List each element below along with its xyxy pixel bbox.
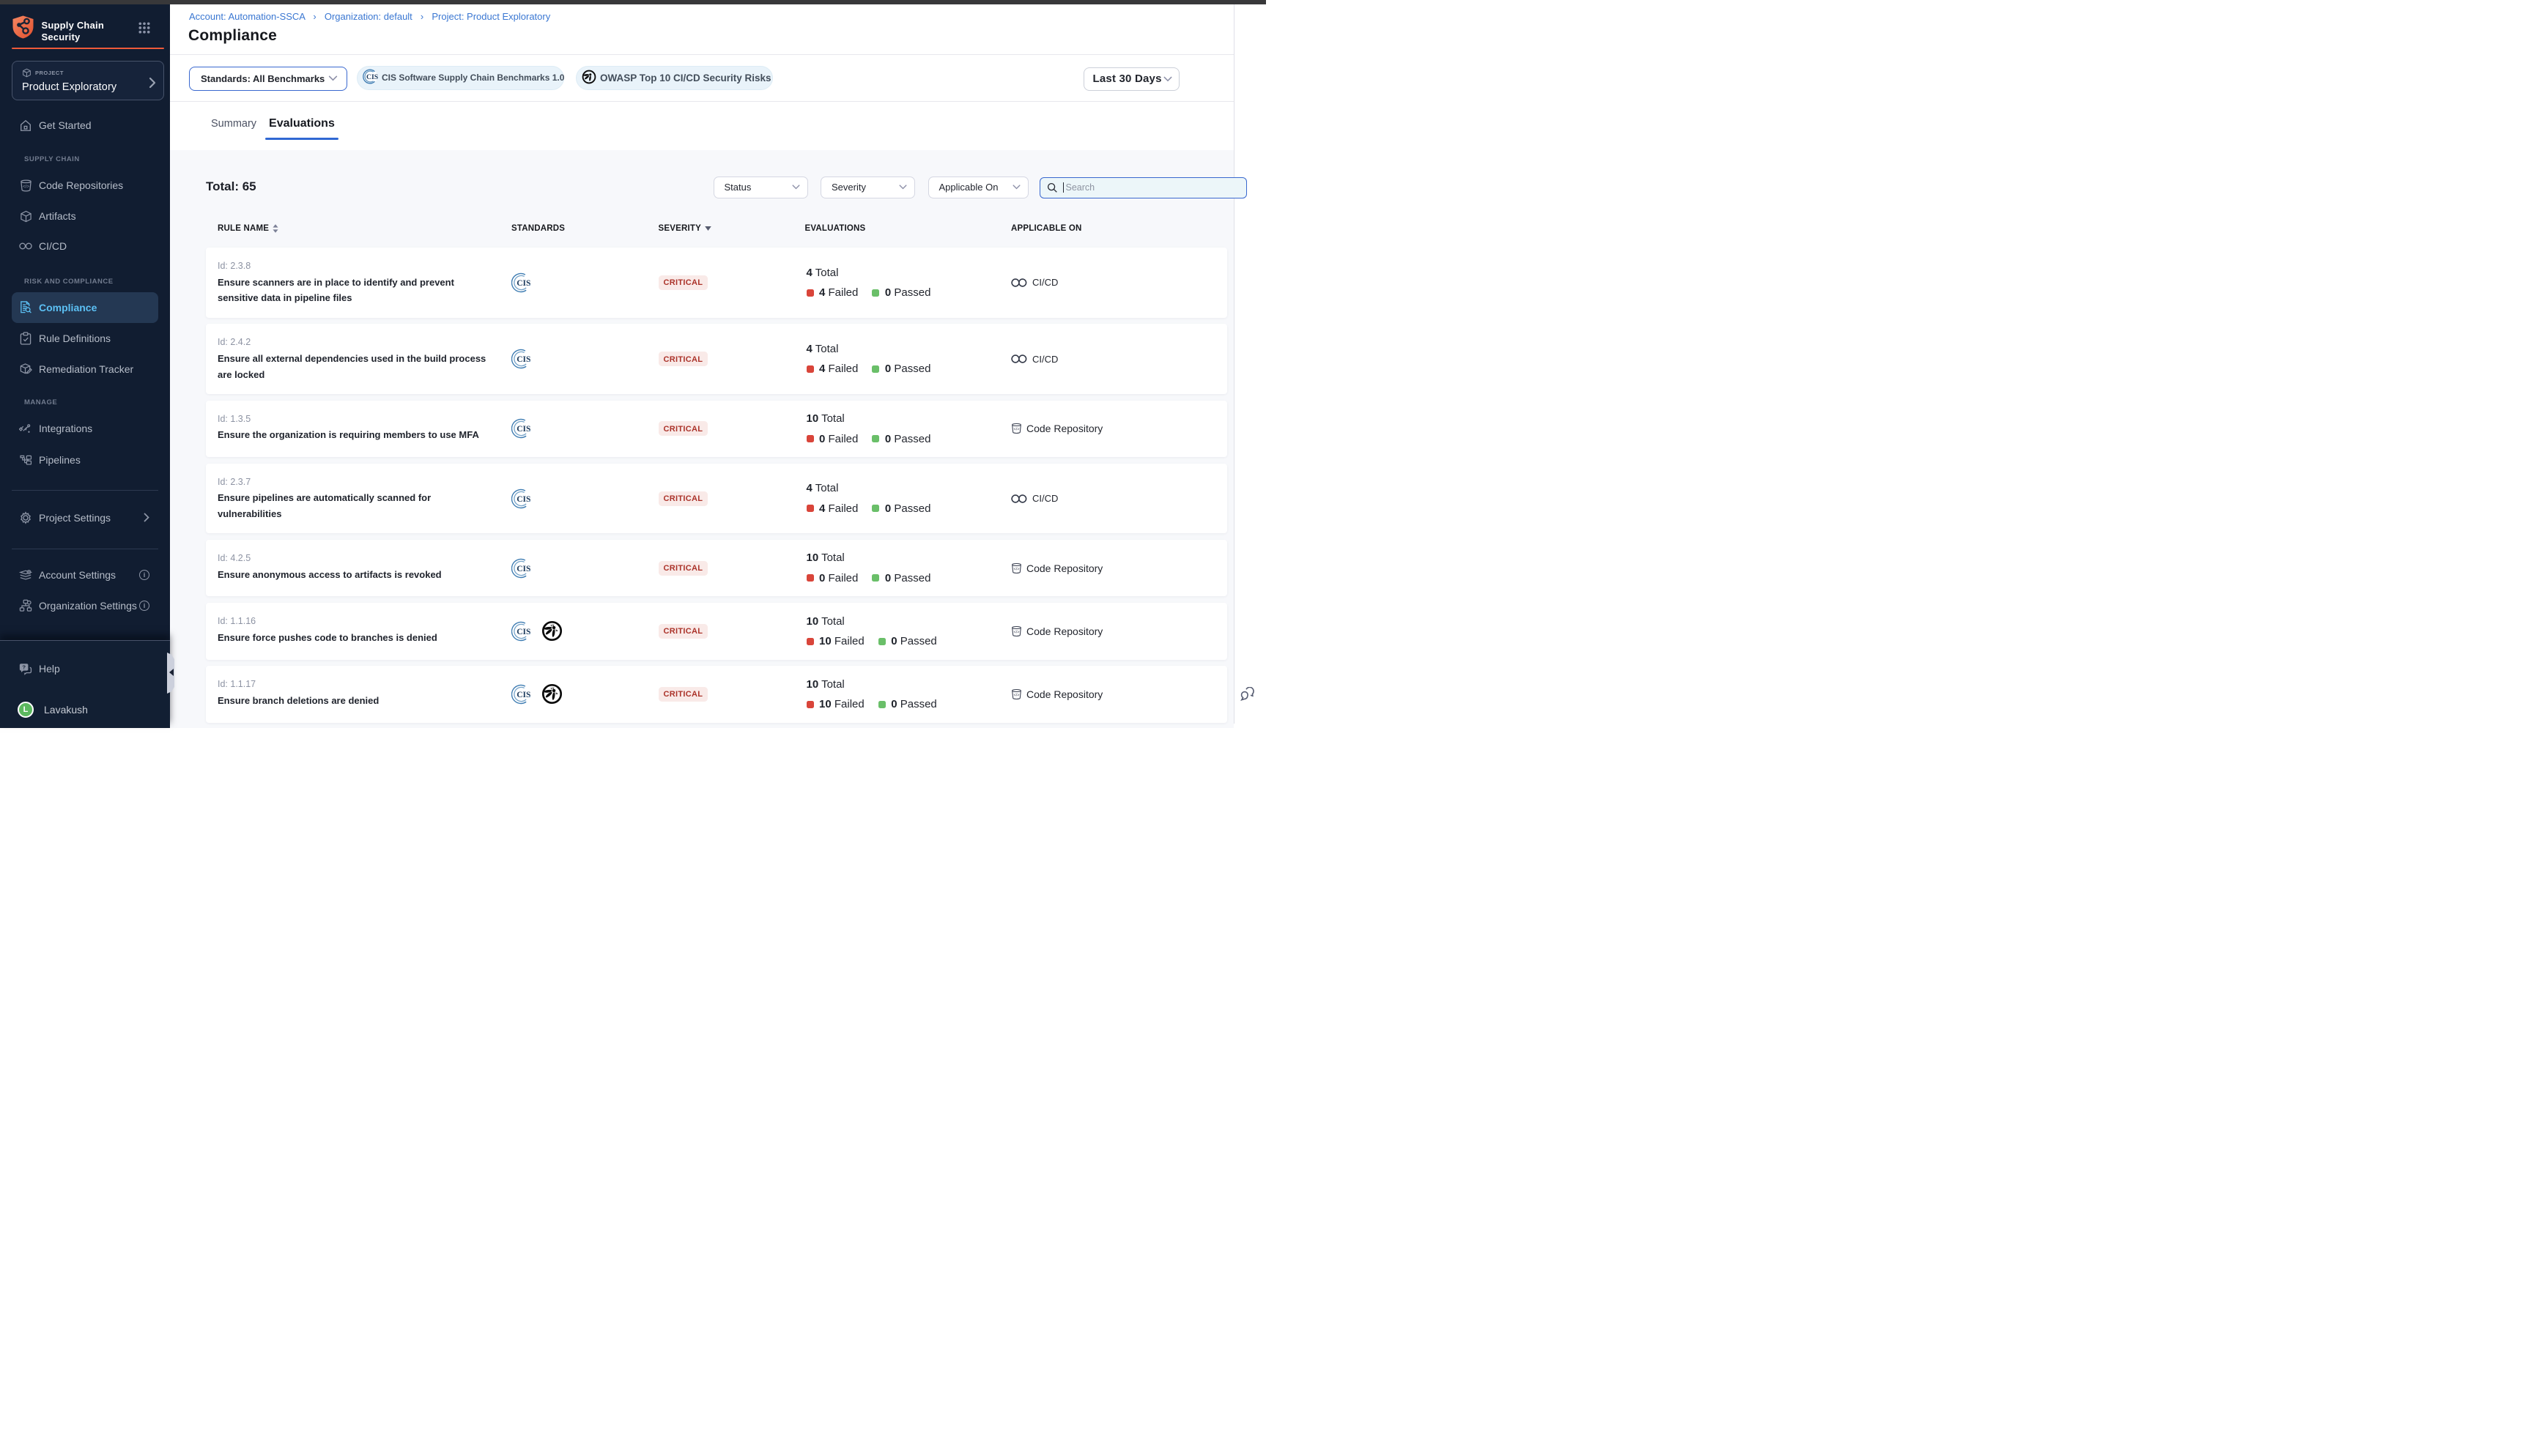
svg-text:</>: </> xyxy=(23,184,29,189)
svg-text:CIS: CIS xyxy=(517,279,530,288)
svg-text:CIS: CIS xyxy=(517,495,530,504)
svg-text:CIS: CIS xyxy=(517,691,530,699)
svg-text:</>: </> xyxy=(1014,630,1020,634)
svg-text:CIS: CIS xyxy=(517,425,530,434)
svg-text:CIS: CIS xyxy=(517,628,530,636)
svg-text:CIS: CIS xyxy=(517,355,530,364)
svg-text:?: ? xyxy=(22,664,26,670)
svg-text:</>: </> xyxy=(1014,694,1020,698)
svg-text:CIS: CIS xyxy=(366,73,378,81)
svg-text:</>: </> xyxy=(1014,428,1020,432)
svg-text:</>: </> xyxy=(1014,567,1020,571)
svg-text:CIS: CIS xyxy=(517,565,530,573)
